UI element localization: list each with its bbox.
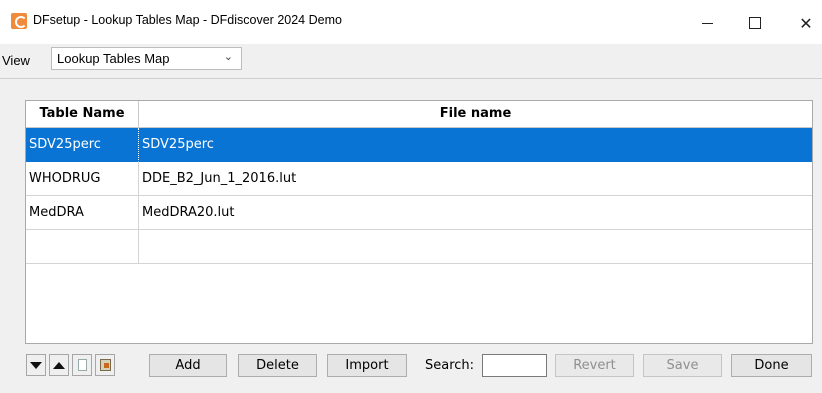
import-document-button[interactable] bbox=[95, 354, 115, 376]
maximize-button[interactable] bbox=[735, 8, 775, 38]
file-name-cell[interactable]: DDE_B2_Jun_1_2016.lut bbox=[139, 162, 812, 196]
minimize-icon bbox=[701, 22, 713, 24]
table-name-cell[interactable]: MedDRA bbox=[26, 196, 139, 230]
search-input[interactable] bbox=[482, 354, 547, 377]
save-button[interactable]: Save bbox=[643, 354, 722, 377]
table-name-cell[interactable] bbox=[26, 230, 139, 264]
column-header-file-name[interactable]: File name bbox=[139, 101, 812, 128]
new-document-button[interactable] bbox=[72, 354, 92, 376]
file-name-cell[interactable] bbox=[139, 230, 812, 264]
done-button[interactable]: Done bbox=[731, 354, 812, 377]
close-button[interactable]: ✕ bbox=[786, 8, 822, 38]
maximize-icon bbox=[749, 17, 761, 29]
move-down-icon bbox=[30, 361, 42, 369]
revert-button[interactable]: Revert bbox=[555, 354, 634, 377]
import-document-icon bbox=[99, 359, 111, 371]
app-window: DFsetup - Lookup Tables Map - DFdiscover… bbox=[0, 0, 822, 393]
table-row[interactable]: SDV25perc SDV25perc bbox=[26, 128, 812, 162]
add-button[interactable]: Add bbox=[149, 354, 227, 377]
move-up-button[interactable] bbox=[49, 354, 69, 376]
table-name-cell[interactable]: WHODRUG bbox=[26, 162, 139, 196]
move-up-icon bbox=[53, 361, 65, 369]
new-document-icon bbox=[77, 359, 87, 371]
chevron-down-icon: ⌄ bbox=[223, 51, 233, 63]
window-title: DFsetup - Lookup Tables Map - DFdiscover… bbox=[33, 13, 342, 27]
title-bar[interactable]: DFsetup - Lookup Tables Map - DFdiscover… bbox=[0, 0, 822, 44]
view-select-value: Lookup Tables Map bbox=[57, 51, 170, 66]
column-header-table-name[interactable]: Table Name bbox=[26, 101, 139, 128]
view-select[interactable]: Lookup Tables Map ⌄ bbox=[51, 47, 242, 70]
import-button[interactable]: Import bbox=[327, 354, 407, 377]
delete-button[interactable]: Delete bbox=[238, 354, 317, 377]
table-name-cell[interactable]: SDV25perc bbox=[26, 128, 139, 162]
view-label: View bbox=[2, 53, 30, 68]
table-row[interactable]: WHODRUG DDE_B2_Jun_1_2016.lut bbox=[26, 162, 812, 196]
minimize-button[interactable] bbox=[687, 8, 727, 38]
table-row[interactable]: MedDRA MedDRA20.lut bbox=[26, 196, 812, 230]
lookup-tables-table: Table Name File name SDV25perc SDV25perc… bbox=[25, 100, 813, 344]
search-label: Search: bbox=[425, 358, 475, 373]
move-down-button[interactable] bbox=[26, 354, 46, 376]
close-icon: ✕ bbox=[799, 13, 813, 33]
file-name-cell[interactable]: SDV25perc bbox=[139, 128, 812, 162]
dfsetup-app-icon bbox=[11, 13, 27, 29]
file-name-cell[interactable]: MedDRA20.lut bbox=[139, 196, 812, 230]
table-row[interactable] bbox=[26, 230, 812, 264]
